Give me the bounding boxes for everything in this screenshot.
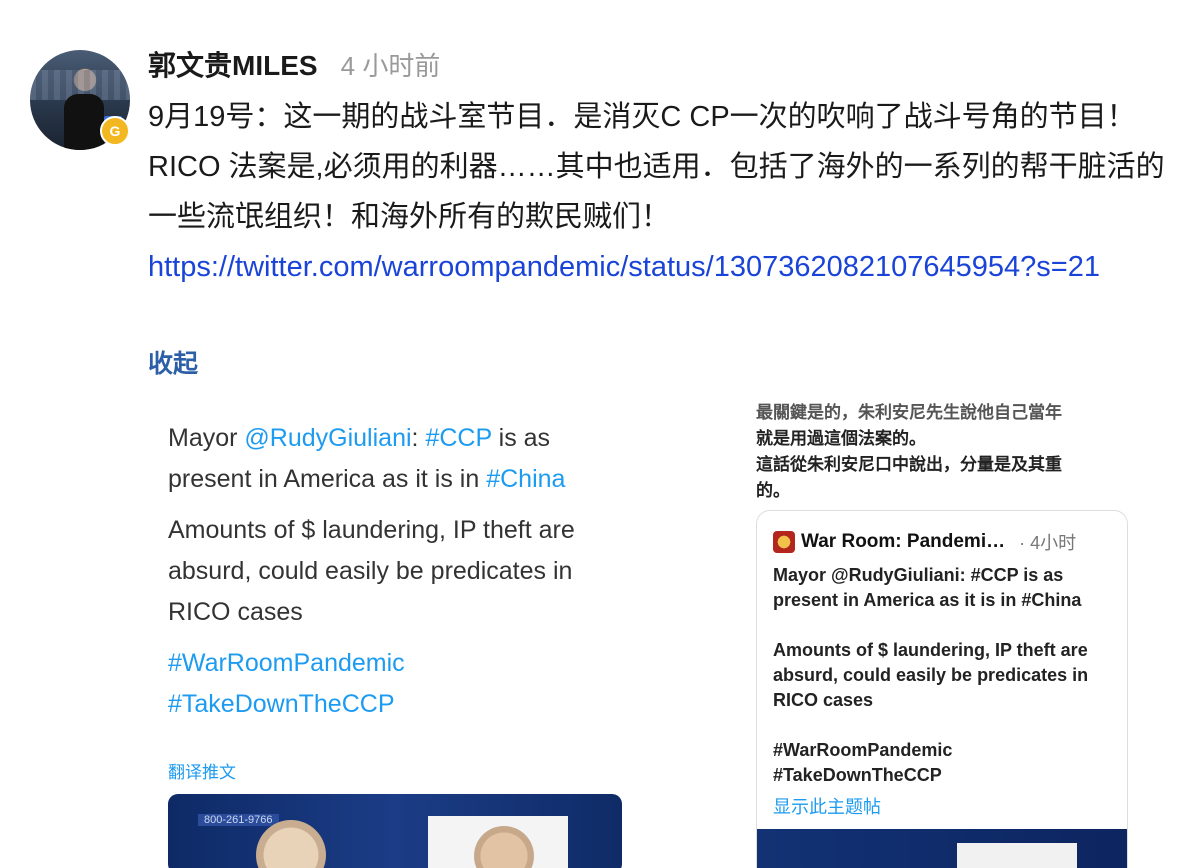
video-person-right — [428, 816, 568, 868]
tweet-handle: @RudyGiuliani — [244, 424, 412, 452]
embedded-tweet-p2: Amounts of $ laundering, IP theft are ab… — [773, 640, 1089, 710]
caption-line-2: 就是用過這個法案的。 — [756, 429, 926, 448]
post-link[interactable]: https://twitter.com/warroompandemic/stat… — [148, 251, 1100, 283]
embedded-tweet-p1: Mayor @RudyGiuliani: #CCP is as present … — [773, 565, 1082, 610]
video-banner-text: 800-261-9766 — [198, 814, 279, 826]
embedded-tweet-body: Mayor @RudyGiuliani: #CCP is as present … — [773, 563, 1123, 788]
embedded-tweet-tag1: #WarRoomPandemic — [773, 740, 953, 760]
username[interactable]: 郭文贵MILES — [148, 50, 318, 81]
collapse-button[interactable]: 收起 — [148, 344, 198, 380]
tweet-colon: : — [411, 424, 426, 452]
war-room-logo-icon — [773, 531, 795, 553]
video-thumbnail: 800-261-9766 — [168, 794, 622, 868]
image-attachment-right[interactable]: 最關鍵是的，朱利安尼先生說他自己當年 就是用過這個法案的。 這話從朱利安尼口中說… — [740, 400, 1140, 868]
verified-badge-icon: G — [100, 116, 130, 146]
post-header: 郭文贵MILES 4 小时前 — [148, 44, 440, 84]
post-time: 4 小时前 — [340, 51, 441, 81]
tweet-tag-ccp: #CCP — [425, 424, 492, 452]
translate-tweet-link: 翻译推文 — [168, 763, 236, 782]
video-person-left — [256, 820, 326, 868]
embedded-tweet-time: · 4小时 — [1019, 533, 1077, 553]
tweet-screenshot-text: Mayor @RudyGiuliani: #CCP is as present … — [168, 418, 638, 725]
tweet-mayor: Mayor — [168, 424, 245, 452]
tweet-para2: Amounts of $ laundering, IP theft are ab… — [168, 516, 575, 626]
embedded-tweet-header: War Room: Pandemi… · 4小时 — [773, 529, 1123, 555]
caption-line-3: 這話從朱利安尼口中說出，分量是及其重 — [756, 455, 1062, 474]
show-thread-link: 显示此主题帖 — [773, 797, 881, 817]
post-body: 9月19号：这一期的战斗室节目．是消灭C CP一次的吹响了战斗号角的节目！RIC… — [148, 101, 1165, 233]
tweet-tag-takedown: #TakeDownTheCCP — [168, 690, 395, 718]
tweet-tag-china: #China — [486, 465, 566, 493]
post-text: 9月19号：这一期的战斗室节目．是消灭C CP一次的吹响了战斗号角的节目！RIC… — [148, 92, 1178, 292]
caption-line-1: 最關鍵是的，朱利安尼先生說他自己當年 — [756, 403, 1062, 422]
image-attachment-left[interactable]: Mayor @RudyGiuliani: #CCP is as present … — [148, 400, 640, 868]
embedded-video-thumbnail — [757, 829, 1127, 868]
image-chinese-caption: 最關鍵是的，朱利安尼先生說他自己當年 就是用過這個法案的。 這話從朱利安尼口中說… — [756, 400, 1126, 504]
tweet-tag-warroom: #WarRoomPandemic — [168, 649, 405, 677]
caption-line-4: 的。 — [756, 481, 790, 500]
embedded-tweet-author: War Room: Pandemi… — [801, 531, 1006, 552]
embedded-tweet-tag2: #TakeDownTheCCP — [773, 765, 942, 785]
avatar-figure — [64, 94, 104, 150]
embedded-tweet-card: War Room: Pandemi… · 4小时 Mayor @RudyGiuli… — [756, 510, 1128, 868]
